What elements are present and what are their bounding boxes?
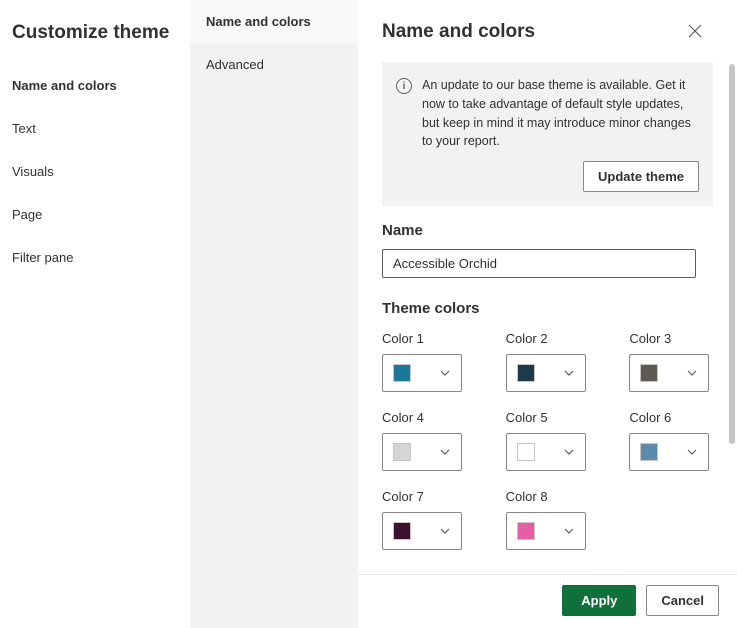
colors-grid: Color 1 Color 2 Color 3 Color 4 Color 5 Color… (382, 331, 713, 550)
color-swatch (640, 364, 658, 382)
theme-name-input[interactable] (382, 249, 696, 278)
color-cell-6: Color 6 (629, 410, 713, 471)
color-cell-7: Color 7 (382, 489, 466, 550)
subnav-item-advanced[interactable]: Advanced (190, 43, 358, 86)
theme-colors-section: Theme colors Color 1Color 2Color 3Color … (382, 300, 713, 550)
color-cell-8: Color 8 (506, 489, 590, 550)
apply-button[interactable]: Apply (562, 585, 636, 616)
color-picker-2[interactable] (506, 354, 586, 392)
primary-sidebar: Customize theme Name and colors Text Vis… (0, 0, 190, 628)
chevron-down-icon (439, 367, 451, 379)
color-cell-5: Color 5 (506, 410, 590, 471)
dialog-columns: Customize theme Name and colors Text Vis… (0, 0, 737, 628)
color-cell-2: Color 2 (506, 331, 590, 392)
color-swatch (640, 443, 658, 461)
color-swatch (393, 364, 411, 382)
color-label: Color 2 (506, 331, 590, 346)
color-label: Color 7 (382, 489, 466, 504)
color-label: Color 5 (506, 410, 590, 425)
color-swatch (517, 443, 535, 461)
sidebar-item-visuals[interactable]: Visuals (0, 150, 190, 193)
color-label: Color 3 (629, 331, 713, 346)
panel-scroll-area: i An update to our base theme is availab… (358, 54, 737, 574)
update-theme-button[interactable]: Update theme (583, 161, 699, 192)
chevron-down-icon (686, 446, 698, 458)
color-swatch (517, 522, 535, 540)
chevron-down-icon (439, 446, 451, 458)
color-picker-8[interactable] (506, 512, 586, 550)
sidebar-item-label: Visuals (12, 164, 54, 179)
sidebar-item-page[interactable]: Page (0, 193, 190, 236)
sidebar-item-filter-pane[interactable]: Filter pane (0, 236, 190, 279)
chevron-down-icon (563, 367, 575, 379)
color-swatch (393, 522, 411, 540)
color-picker-6[interactable] (629, 433, 709, 471)
subnav-item-name-and-colors[interactable]: Name and colors (190, 0, 358, 43)
sidebar-item-label: Text (12, 121, 36, 136)
chevron-down-icon (563, 446, 575, 458)
color-picker-5[interactable] (506, 433, 586, 471)
sidebar-item-label: Name and colors (12, 78, 117, 93)
color-label: Color 1 (382, 331, 466, 346)
dialog-title: Customize theme (0, 0, 190, 64)
sidebar-item-name-and-colors[interactable]: Name and colors (0, 64, 190, 107)
color-label: Color 6 (629, 410, 713, 425)
customize-theme-dialog: Customize theme Name and colors Text Vis… (0, 0, 737, 628)
subnav-item-label: Name and colors (206, 14, 311, 29)
content-panel: Name and colors i An update to our base … (358, 0, 737, 628)
theme-colors-title: Theme colors (382, 300, 713, 317)
panel-title: Name and colors (382, 21, 535, 43)
chevron-down-icon (439, 525, 451, 537)
secondary-sidebar: Name and colors Advanced (190, 0, 358, 628)
close-button[interactable] (681, 18, 709, 46)
sidebar-item-text[interactable]: Text (0, 107, 190, 150)
color-picker-4[interactable] (382, 433, 462, 471)
color-picker-1[interactable] (382, 354, 462, 392)
info-icon: i (396, 78, 412, 94)
sidebar-item-label: Page (12, 207, 42, 222)
color-swatch (517, 364, 535, 382)
close-icon (688, 24, 702, 41)
color-cell-4: Color 4 (382, 410, 466, 471)
name-label: Name (382, 222, 713, 239)
chevron-down-icon (563, 525, 575, 537)
cancel-button[interactable]: Cancel (646, 585, 719, 616)
sidebar-item-label: Filter pane (12, 250, 73, 265)
update-notice: i An update to our base theme is availab… (382, 62, 713, 206)
color-cell-1: Color 1 (382, 331, 466, 392)
color-label: Color 8 (506, 489, 590, 504)
color-picker-3[interactable] (629, 354, 709, 392)
panel-header: Name and colors (358, 0, 737, 54)
color-label: Color 4 (382, 410, 466, 425)
color-picker-7[interactable] (382, 512, 462, 550)
color-cell-3: Color 3 (629, 331, 713, 392)
notice-text: An update to our base theme is available… (422, 76, 699, 151)
subnav-item-label: Advanced (206, 57, 264, 72)
chevron-down-icon (686, 367, 698, 379)
color-swatch (393, 443, 411, 461)
scrollbar-thumb[interactable] (729, 64, 735, 444)
dialog-footer: Apply Cancel (358, 574, 737, 628)
